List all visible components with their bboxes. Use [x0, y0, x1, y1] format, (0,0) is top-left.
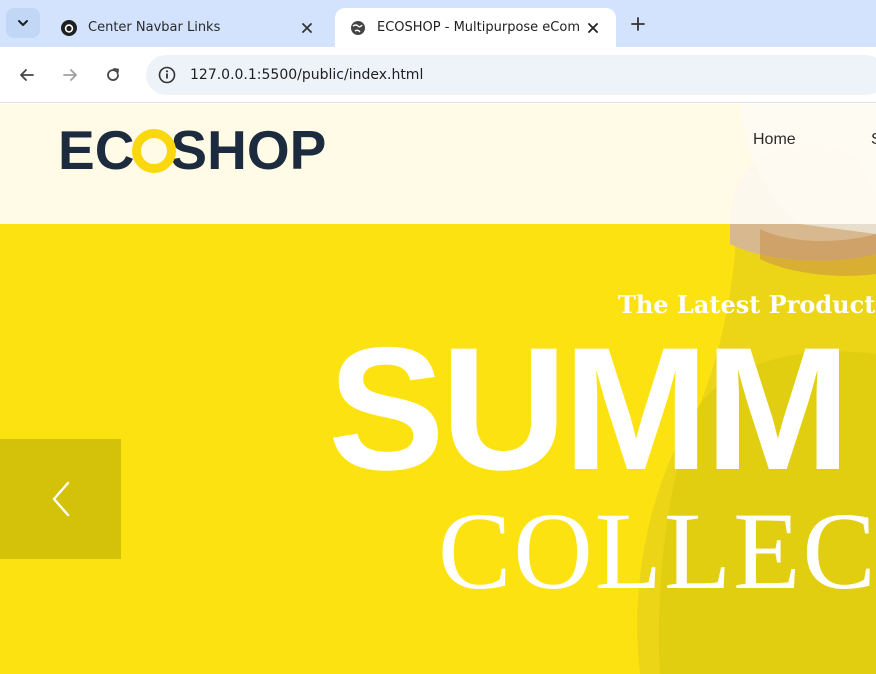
- chevron-left-icon: [52, 481, 69, 517]
- close-tab-icon[interactable]: [582, 17, 604, 39]
- nav-link-shop[interactable]: S: [871, 131, 876, 149]
- github-icon: [60, 19, 78, 37]
- close-tab-icon[interactable]: [296, 17, 318, 39]
- nav-link-home[interactable]: Home: [753, 131, 796, 149]
- reload-icon: [107, 68, 119, 81]
- site-info-icon[interactable]: [156, 64, 178, 86]
- logo-text-c: C: [94, 118, 135, 181]
- site-header: E C SHOP Home S: [0, 104, 876, 224]
- tab-ecoshop[interactable]: ECOSHOP - Multipurpose eCom: [335, 8, 616, 47]
- tab-center-navbar-links[interactable]: Center Navbar Links: [46, 8, 330, 47]
- ecoshop-logo[interactable]: E C SHOP: [58, 118, 327, 181]
- url-text: 127.0.0.1:5500/public/index.html: [190, 67, 424, 83]
- tab-search-button[interactable]: [6, 8, 40, 38]
- hero-title: SUMM: [328, 312, 851, 507]
- plus-icon: [631, 17, 645, 31]
- arrow-left-icon: [20, 69, 34, 81]
- hero-subtitle: COLLEC: [438, 490, 876, 612]
- chevron-down-icon: [18, 20, 28, 26]
- forward-button[interactable]: [55, 60, 85, 90]
- browser-toolbar: 127.0.0.1:5500/public/index.html: [0, 47, 876, 103]
- web-page: E C SHOP Home S The Latest Product fro S…: [0, 104, 876, 674]
- address-bar[interactable]: 127.0.0.1:5500/public/index.html: [146, 55, 876, 95]
- tab-title: ECOSHOP - Multipurpose eCom: [377, 20, 580, 35]
- tab-title: Center Navbar Links: [88, 20, 221, 35]
- logo-text-prefix: E: [58, 118, 95, 181]
- back-button[interactable]: [12, 60, 42, 90]
- reload-button[interactable]: [98, 60, 128, 90]
- slider-prev-button[interactable]: [0, 439, 121, 559]
- logo-text-suffix: SHOP: [170, 118, 327, 181]
- arrow-right-icon: [63, 69, 77, 81]
- globe-icon: [349, 19, 367, 37]
- browser-tab-strip: Center Navbar Links ECOSHOP - Multipurpo…: [0, 0, 876, 47]
- new-tab-button[interactable]: [624, 10, 652, 38]
